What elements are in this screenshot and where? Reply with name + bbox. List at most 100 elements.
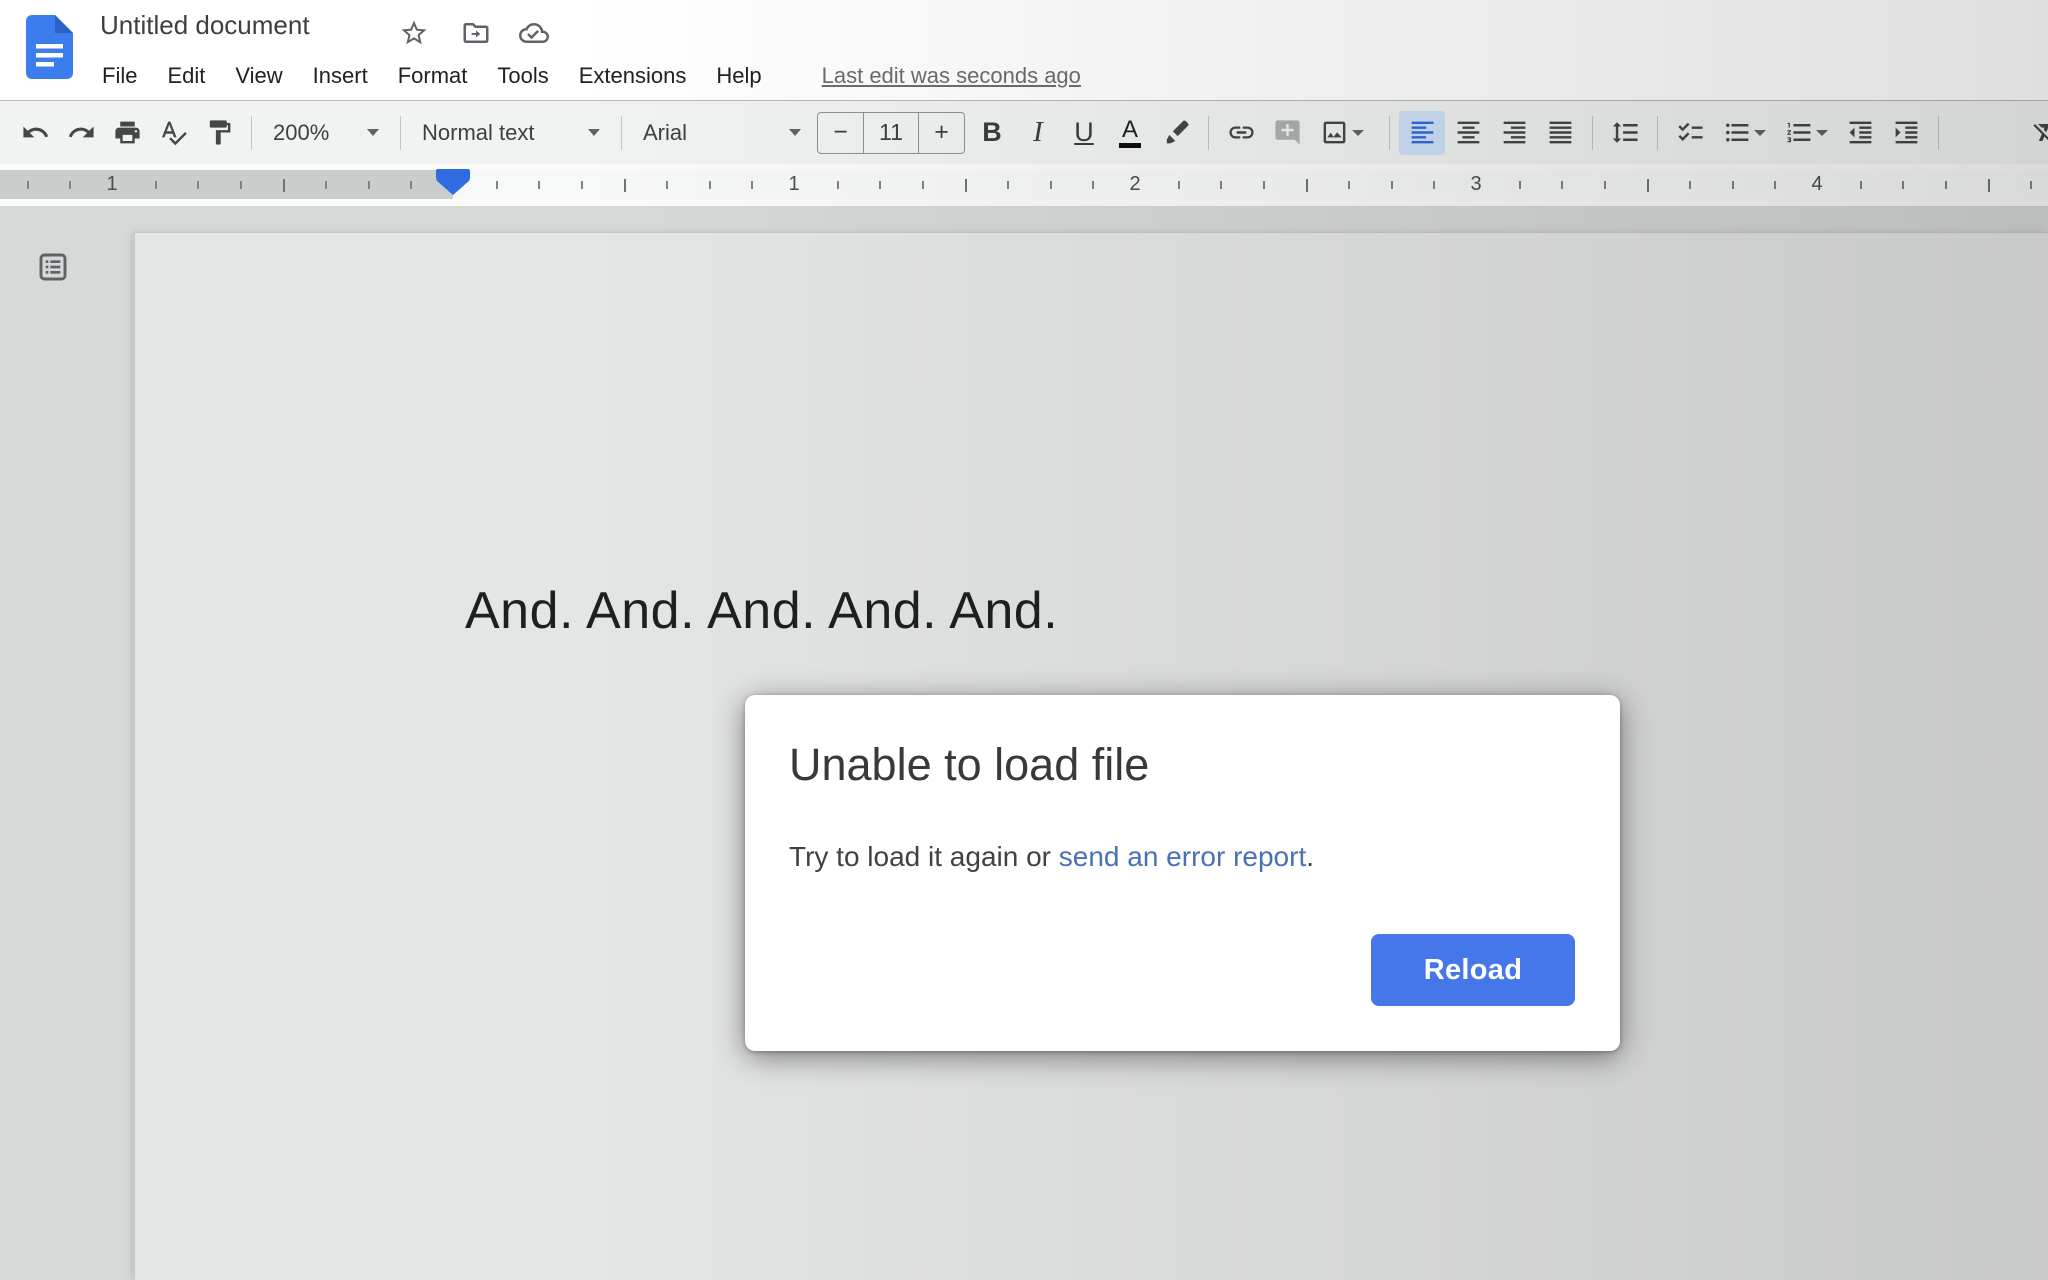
paint-format-icon xyxy=(205,118,234,147)
dialog-title: Unable to load file xyxy=(789,739,1149,791)
ruler-tick xyxy=(751,181,753,189)
highlight-color-button[interactable] xyxy=(1153,111,1199,155)
ruler-tick xyxy=(709,181,711,189)
app-header: Untitled document File Edit View Insert … xyxy=(0,0,2048,100)
clear-formatting-button[interactable] xyxy=(2022,110,2048,154)
insert-link-button[interactable] xyxy=(1218,111,1264,155)
underline-button[interactable]: U xyxy=(1061,111,1107,155)
text-color-button[interactable]: A xyxy=(1107,111,1153,155)
menu-edit[interactable]: Edit xyxy=(167,63,205,89)
document-title[interactable]: Untitled document xyxy=(100,10,310,41)
menu-insert[interactable]: Insert xyxy=(313,63,368,89)
ruler-tick xyxy=(1007,181,1009,189)
bulleted-list-button[interactable] xyxy=(1713,111,1775,155)
bold-button[interactable]: B xyxy=(969,111,1015,155)
menu-tools[interactable]: Tools xyxy=(497,63,548,89)
ruler-tick xyxy=(1263,181,1265,189)
menu-file[interactable]: File xyxy=(102,63,137,89)
show-outline-button[interactable] xyxy=(36,250,70,284)
line-spacing-icon xyxy=(1611,118,1640,147)
spellcheck-button[interactable] xyxy=(150,111,196,155)
menubar: File Edit View Insert Format Tools Exten… xyxy=(102,58,1081,94)
ruler-tick xyxy=(538,181,540,189)
reload-button[interactable]: Reload xyxy=(1371,934,1575,1006)
indent-marker-icon[interactable] xyxy=(436,169,470,195)
undo-button[interactable] xyxy=(12,111,58,155)
ruler-tick xyxy=(922,181,924,189)
font-size-input[interactable]: 11 xyxy=(863,113,919,153)
numbered-list-button[interactable] xyxy=(1775,111,1837,155)
menu-help[interactable]: Help xyxy=(716,63,761,89)
justify-button[interactable] xyxy=(1537,111,1583,155)
chevron-down-icon xyxy=(1754,130,1766,136)
insert-image-button[interactable] xyxy=(1310,111,1380,155)
toolbar-divider xyxy=(621,116,622,150)
cloud-saved-icon xyxy=(519,18,549,48)
redo-button[interactable] xyxy=(58,111,104,155)
bulleted-list-icon xyxy=(1723,118,1752,147)
font-family-select[interactable]: Arial xyxy=(631,111,813,155)
document-text[interactable]: And. And. And. And. And. xyxy=(465,581,1058,641)
ruler-band: 11234 xyxy=(0,170,2048,199)
ruler-tick xyxy=(1732,181,1734,189)
menu-view[interactable]: View xyxy=(235,63,282,89)
ruler-tick xyxy=(496,181,498,189)
increase-font-size-button[interactable]: + xyxy=(919,113,964,153)
align-right-button[interactable] xyxy=(1491,111,1537,155)
zoom-select[interactable]: 200% xyxy=(261,111,391,155)
zoom-value: 200% xyxy=(273,120,329,146)
ruler-tick xyxy=(283,179,285,192)
outdent-button[interactable] xyxy=(1837,111,1883,155)
ruler-tick xyxy=(1220,181,1222,189)
star-icon xyxy=(399,18,429,48)
add-comment-button[interactable] xyxy=(1264,111,1310,155)
move-folder-icon xyxy=(461,18,491,48)
toolbar-divider xyxy=(1657,116,1658,150)
toolbar-divider xyxy=(1938,116,1939,150)
align-center-button[interactable] xyxy=(1445,111,1491,155)
menu-extensions[interactable]: Extensions xyxy=(579,63,687,89)
ruler-inch-label: 1 xyxy=(788,173,799,196)
ruler-tick xyxy=(240,181,242,189)
insert-image-icon xyxy=(1320,118,1349,147)
paragraph-style-value: Normal text xyxy=(422,120,534,146)
paint-format-button[interactable] xyxy=(196,111,242,155)
ruler-tick xyxy=(1647,179,1649,192)
print-button[interactable] xyxy=(104,111,150,155)
align-right-icon xyxy=(1500,118,1529,147)
toolbar-divider xyxy=(251,116,252,150)
decrease-font-size-button[interactable]: − xyxy=(818,113,863,153)
line-spacing-button[interactable] xyxy=(1602,111,1648,155)
ruler-tick xyxy=(1774,181,1776,189)
toolbar-divider xyxy=(1592,116,1593,150)
paragraph-style-select[interactable]: Normal text xyxy=(410,111,612,155)
chevron-down-icon xyxy=(789,129,801,136)
ruler-tick xyxy=(2030,181,2032,189)
redo-icon xyxy=(67,118,96,147)
send-error-report-link[interactable]: send an error report xyxy=(1059,841,1306,872)
italic-button[interactable]: I xyxy=(1015,111,1061,155)
ruler-tick xyxy=(197,181,199,189)
font-family-value: Arial xyxy=(643,120,687,146)
checklist-button[interactable] xyxy=(1667,111,1713,155)
menu-format[interactable]: Format xyxy=(398,63,468,89)
ruler-tick xyxy=(1689,181,1691,189)
star-button[interactable] xyxy=(396,15,432,51)
align-left-button[interactable] xyxy=(1399,111,1445,155)
ruler-tick xyxy=(1860,181,1862,189)
chevron-down-icon xyxy=(588,129,600,136)
indent-button[interactable] xyxy=(1883,111,1929,155)
highlighter-icon xyxy=(1162,118,1191,147)
chevron-down-icon xyxy=(367,129,379,136)
move-folder-button[interactable] xyxy=(458,15,494,51)
ruler-tick xyxy=(581,181,583,189)
toolbar-divider xyxy=(1389,116,1390,150)
ruler-tick xyxy=(1561,181,1563,189)
last-edit-status[interactable]: Last edit was seconds ago xyxy=(822,63,1081,89)
cloud-status-button[interactable] xyxy=(516,15,552,51)
ruler-tick xyxy=(1092,181,1094,189)
docs-logo-icon[interactable] xyxy=(26,15,73,79)
ruler[interactable]: 11234 xyxy=(0,164,2048,206)
ruler-tick xyxy=(155,181,157,189)
indent-icon xyxy=(1892,118,1921,147)
